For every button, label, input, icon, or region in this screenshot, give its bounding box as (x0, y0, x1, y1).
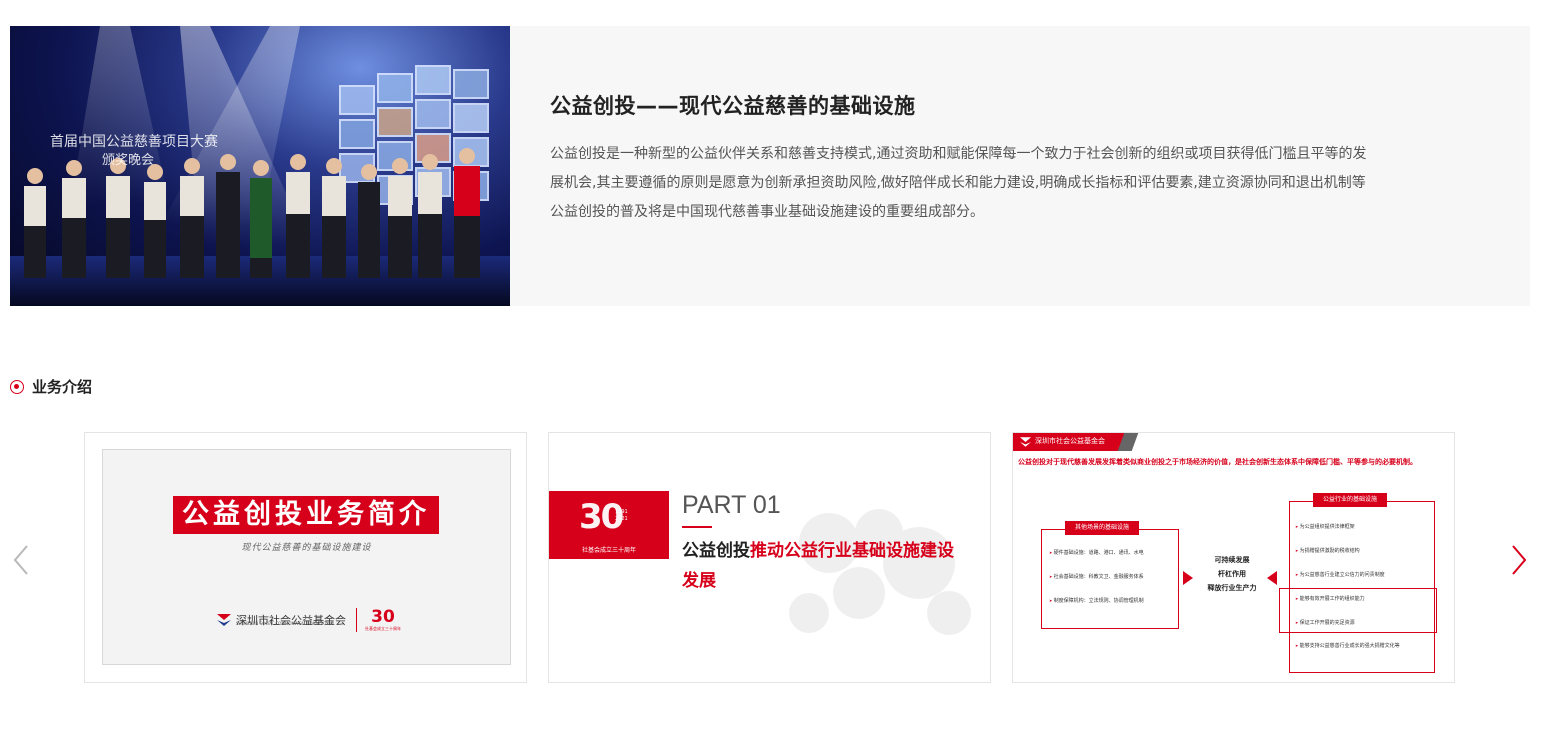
center-line-2: 杆杠作用 (1218, 570, 1246, 578)
slide-2-heading-black: 公益创投 (682, 541, 750, 561)
chevron-right-icon (1512, 545, 1527, 575)
arrow-right-icon (1183, 571, 1193, 585)
slide-2-heading: 公益创投推动公益行业基础设施建设发展 (682, 536, 962, 596)
slide-1-title: 公益创投业务简介 (173, 496, 439, 534)
hero-text-block: 公益创投——现代公益慈善的基础设施 公益创投是一种新型的公益伙伴关系和慈善支持模… (550, 90, 1500, 227)
slide-3-intro: 公益创投对于现代慈善发展发挥着类似商业创投之于市场经济的价值，是社会创新生态体系… (1018, 458, 1417, 466)
chevron-left-icon (13, 545, 28, 575)
carousel-prev-button[interactable] (12, 544, 30, 576)
list-item: 为捐赠提供激励的税收结构 (1295, 539, 1431, 563)
anniversary-number: 30 (371, 607, 395, 627)
hero-title: 公益创投——现代公益慈善的基础设施 (550, 94, 916, 118)
highlight-frame (1279, 588, 1437, 633)
anniversary-mark: 30 社基会成立三十周年 (365, 608, 401, 632)
section-title: 业务介绍 (32, 378, 93, 396)
photo-banner-line1: 首届中国公益慈善项目大赛 (50, 134, 218, 150)
foundation-logo-icon (217, 614, 231, 626)
foundation-name-en: SHENZHEN SOCIAL COMMONWEAL FOUNDATION (236, 621, 334, 626)
award-ceremony-photo: 首届中国公益慈善项目大赛 颁奖晚会 (10, 26, 510, 306)
target-icon (10, 379, 24, 394)
hero-desc-line3: 公益创投的普及将是中国现代慈善事业基础设施建设的重要组成部分。 (550, 204, 984, 220)
other-infrastructure-label: 其他场景的基础设施 (1065, 521, 1140, 535)
list-item: 为公益组织提供法律框架 (1295, 515, 1431, 539)
hero-desc-line1: 公益创投是一种新型的公益伙伴关系和慈善支持模式,通过资助和赋能保障每一个致力于社… (550, 146, 1367, 162)
carousel-slide-2[interactable]: 30 1991 2021 社基会成立三十周年 PART 01 公益创投推动公益行… (548, 432, 991, 683)
hero-desc-line2: 展机会,其主要遵循的原则是愿意为创新承担资助风险,做好陪伴成长和能力建设,明确成… (550, 175, 1366, 191)
slide-3-header-title: 深圳市社会公益基金会 (1035, 437, 1105, 445)
foundation-logo: 深圳市社会公益基金会 SHENZHEN SOCIAL COMMONWEAL FO… (217, 608, 401, 632)
list-item: 制度保障机构：立法规则、协调管理机制 (1049, 589, 1144, 613)
center-line-1: 可持续发展 (1214, 556, 1250, 564)
slide-1-subtitle: 现代公益慈善的基础设施建设 (241, 543, 372, 553)
charity-infrastructure-label: 公益行业的基础设施 (1313, 493, 1388, 507)
section-heading: 业务介绍 (10, 376, 92, 397)
logo-divider (356, 608, 357, 632)
center-line-3: 释放行业生产力 (1207, 584, 1257, 592)
list-item: 社会基础设施：科教文卫、金融服务体系 (1049, 565, 1144, 589)
anniversary-caption: 社基会成立三十周年 (365, 626, 401, 631)
other-infrastructure-list: 硬件基础设施：道路、港口、通讯、水电 社会基础设施：科教文卫、金融服务体系 制度… (1049, 541, 1144, 613)
list-item: 为公益慈善行业建立公信力的问责制度 (1295, 563, 1431, 587)
carousel-slide-1[interactable]: 公益创投业务简介 现代公益慈善的基础设施建设 深圳市社会公益基金会 SHENZH… (84, 432, 527, 683)
anniversary-badge: 30 1991 2021 社基会成立三十周年 (549, 491, 669, 559)
slide-2-part-label: PART 01 (682, 491, 781, 519)
list-item: 硬件基础设施：道路、港口、通讯、水电 (1049, 541, 1144, 565)
list-item: 能够支持公益慈善行业成长的强大捐赠文化等 (1295, 641, 1431, 651)
carousel-next-button[interactable] (1510, 544, 1528, 576)
hero-description: 公益创投是一种新型的公益伙伴关系和慈善支持模式,通过资助和赋能保障每一个致力于社… (550, 140, 1500, 227)
slide-2-accent-line (682, 526, 712, 528)
foundation-logo-icon (1020, 437, 1031, 447)
slide-3-center-text: 可持续发展 杆杠作用 释放行业生产力 (1199, 553, 1265, 595)
anniversary-caption: 社基会成立三十周年 (581, 547, 636, 554)
slide-3-header-bar: 深圳市社会公益基金会 (1013, 433, 1454, 451)
anniversary-years: 1991 2021 (615, 509, 628, 522)
intro-hero: 首届中国公益慈善项目大赛 颁奖晚会 公益创投——现代公益慈善的基础设施 公益创投… (10, 26, 1530, 306)
arrow-left-icon (1267, 571, 1277, 585)
carousel-slide-3[interactable]: 深圳市社会公益基金会 公益创投对于现代慈善发展发挥着类似商业创投之于市场经济的价… (1012, 432, 1455, 683)
photo-banner-line2: 颁奖晚会 (102, 153, 154, 168)
slide-1-frame: 公益创投业务简介 现代公益慈善的基础设施建设 深圳市社会公益基金会 SHENZH… (102, 449, 511, 665)
